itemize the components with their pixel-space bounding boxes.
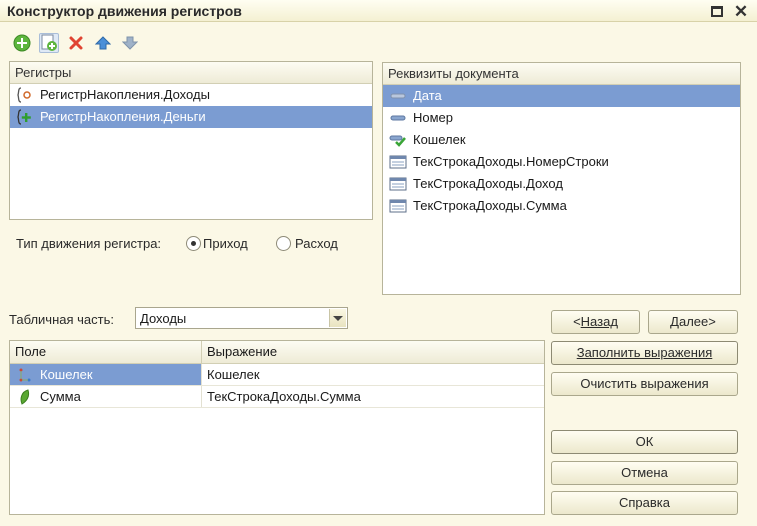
table-part-select[interactable]: Доходы xyxy=(135,307,348,329)
dimension-icon xyxy=(16,367,34,383)
ok-button-label: ОК xyxy=(635,434,654,449)
column-header-expression[interactable]: Выражение xyxy=(202,341,544,363)
close-icon: ✕ xyxy=(733,1,749,21)
dropdown-button[interactable] xyxy=(329,309,346,327)
field-cell[interactable]: Кошелек xyxy=(10,364,202,385)
expense-radio[interactable] xyxy=(276,236,291,251)
attribute-item[interactable]: Дата xyxy=(383,85,740,107)
back-button-label: Назад xyxy=(580,314,618,329)
table-part-label: Табличная часть: xyxy=(9,312,114,327)
clear-expressions-label: Очистить выражения xyxy=(580,376,709,391)
attribute-item-label: ТекСтрокаДоходы.Сумма xyxy=(413,198,567,213)
attribute-item-label: Кошелек xyxy=(413,132,466,147)
movement-type-label: Тип движения регистра: xyxy=(16,236,162,251)
attribute-item[interactable]: ТекСтрокаДоходы.Доход xyxy=(383,173,740,195)
register-item[interactable]: РегистрНакопления.Деньги xyxy=(10,106,372,128)
register-item-label: РегистрНакопления.Деньги xyxy=(40,109,206,124)
move-up-icon[interactable] xyxy=(93,33,113,53)
table-part-icon xyxy=(389,198,407,214)
add-icon[interactable] xyxy=(12,33,32,53)
window-title: Конструктор движения регистров xyxy=(7,3,242,19)
attribute-item-label: Номер xyxy=(413,110,454,125)
registers-header: Регистры xyxy=(10,62,372,84)
back-button[interactable]: <Назад xyxy=(551,310,640,334)
table-row[interactable]: Сумма ТекСтрокаДоходы.Сумма xyxy=(10,386,544,408)
delete-icon[interactable] xyxy=(66,33,86,53)
attribute-item[interactable]: ТекСтрокаДоходы.Сумма xyxy=(383,195,740,217)
expression-cell[interactable]: ТекСтрокаДоходы.Сумма xyxy=(202,386,544,407)
maximize-icon xyxy=(711,5,723,17)
register-item[interactable]: РегистрНакопления.Доходы xyxy=(10,84,372,106)
title-bar: Конструктор движения регистров ✕ xyxy=(0,0,757,22)
registers-panel: Регистры РегистрНакопления.Доходы Регист… xyxy=(9,61,373,220)
attribute-icon xyxy=(389,88,407,104)
attribute-check-icon xyxy=(389,132,407,148)
column-header-field[interactable]: Поле xyxy=(10,341,202,363)
register-item-label: РегистрНакопления.Доходы xyxy=(40,87,210,102)
table-row[interactable]: Кошелек Кошелек xyxy=(10,364,544,386)
ok-button[interactable]: ОК xyxy=(551,430,738,454)
add-copy-icon[interactable] xyxy=(39,33,59,53)
grid-header: Поле Выражение xyxy=(10,341,544,364)
expense-radio-label: Расход xyxy=(295,236,338,251)
fill-expressions-button[interactable]: Заполнить выражения xyxy=(551,341,738,365)
income-radio-label: Приход xyxy=(203,236,248,251)
field-label: Кошелек xyxy=(40,367,93,382)
table-part-icon xyxy=(389,154,407,170)
document-attributes-panel: Реквизиты документа Дата Номер Кошелек Т… xyxy=(382,62,741,295)
table-part-icon xyxy=(389,176,407,192)
help-button-label: Справка xyxy=(619,495,670,510)
clear-expressions-button[interactable]: Очистить выражения xyxy=(551,372,738,396)
expression-cell[interactable]: Кошелек xyxy=(202,364,544,385)
attribute-item[interactable]: Кошелек xyxy=(383,129,740,151)
accumulation-register-icon xyxy=(16,87,34,103)
field-cell[interactable]: Сумма xyxy=(10,386,202,407)
cancel-button[interactable]: Отмена xyxy=(551,461,738,485)
accumulation-register-add-icon xyxy=(16,109,34,125)
attribute-item-label: ТекСтрокаДоходы.Доход xyxy=(413,176,563,191)
field-label: Сумма xyxy=(40,389,81,404)
fill-expressions-label: Заполнить выражения xyxy=(576,345,713,360)
attribute-icon xyxy=(389,110,407,126)
help-button[interactable]: Справка xyxy=(551,491,738,515)
close-button[interactable]: ✕ xyxy=(732,2,750,20)
move-down-icon[interactable] xyxy=(120,33,140,53)
chevron-down-icon xyxy=(333,315,343,321)
next-button-label: Далее> xyxy=(670,314,716,329)
cancel-button-label: Отмена xyxy=(621,465,668,480)
attribute-item[interactable]: Номер xyxy=(383,107,740,129)
document-attributes-header: Реквизиты документа xyxy=(383,63,740,85)
table-part-value: Доходы xyxy=(140,311,187,326)
attribute-item-label: Дата xyxy=(413,88,442,103)
resource-icon xyxy=(16,389,34,405)
income-radio[interactable] xyxy=(186,236,201,251)
attribute-item-label: ТекСтрокаДоходы.НомерСтроки xyxy=(413,154,609,169)
attribute-item[interactable]: ТекСтрокаДоходы.НомерСтроки xyxy=(383,151,740,173)
next-button[interactable]: Далее> xyxy=(648,310,738,334)
maximize-button[interactable] xyxy=(708,2,726,20)
fields-grid: Поле Выражение Кошелек Кошелек Сумма Тек… xyxy=(9,340,545,515)
